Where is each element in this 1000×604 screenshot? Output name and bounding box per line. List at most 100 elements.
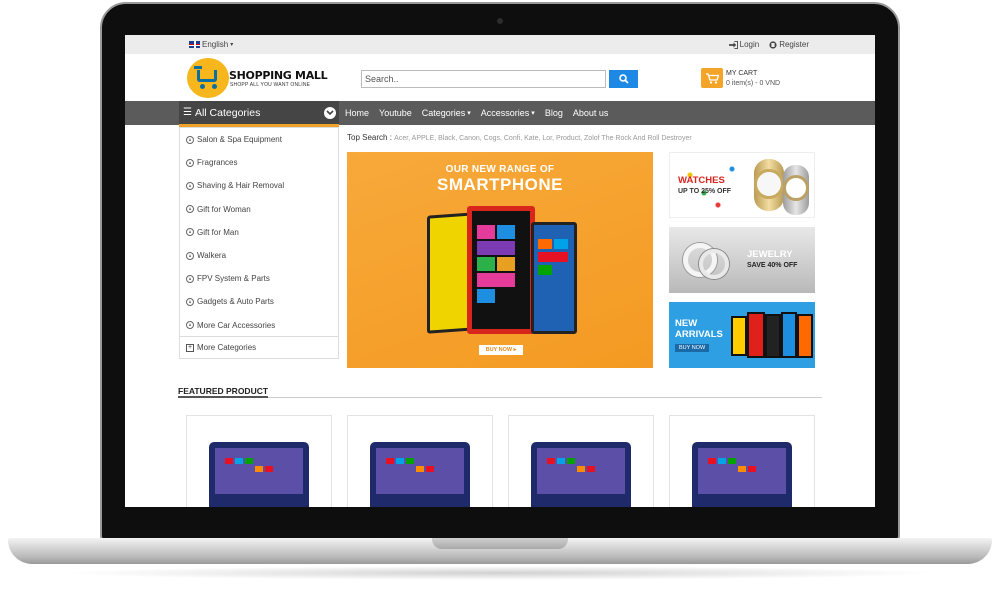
sidebar-item-label: Fragrances [197,158,238,168]
nav-menu: Home Youtube Categories ▾ Accessories ▾ Bl… [345,101,608,125]
phone-lineup-image [731,316,747,356]
tablet-product-image [531,442,631,507]
sidebar-item-label: Shaving & Hair Removal [197,181,285,191]
arrow-up-circle-icon [186,158,194,167]
webcam [497,18,503,24]
chevron-down-icon: ▾ [467,110,471,117]
nav-item-home[interactable]: Home [345,108,369,118]
new-arrivals-banner[interactable]: NEW ARRIVALS BUY NOW [669,302,815,368]
nav-item-youtube[interactable]: Youtube [379,108,412,118]
sidebar-item-label: Gift for Woman [197,204,251,214]
nav-item-accessories[interactable]: Accessories ▾ [481,108,535,118]
phone-lineup-image [781,312,797,358]
nav-item-blog[interactable]: Blog [545,108,563,118]
arrow-up-circle-icon [186,181,194,190]
arrow-up-circle-icon [186,205,194,214]
cart-wheel-right [212,84,217,89]
jewelry-title: JEWELRY [747,249,793,260]
cart-wheel-left [200,84,205,89]
search-input[interactable]: Search.. [361,70,606,88]
watch-face-image [783,175,809,201]
more-categories-label: More Categories [197,343,257,352]
watches-banner[interactable]: WATCHES UP TO 25% OFF [669,152,815,218]
logo-badge[interactable] [187,58,229,98]
cart-button[interactable] [701,68,723,88]
account-links: Login Register [728,40,809,49]
nav-categories-label: Categories [421,108,466,118]
cart-title[interactable]: MY CART [726,70,757,77]
sidebar-item-label: Walkera [197,251,227,261]
more-categories-button[interactable]: + More Categories [180,336,338,358]
sidebar-item[interactable]: Gadgets & Auto Parts [180,290,338,313]
phone-lineup-image [765,314,781,358]
product-card[interactable] [186,415,332,507]
cart-logo-icon [194,66,217,82]
watches-subtitle: UP TO 25% OFF [678,188,732,195]
sidebar-item[interactable]: FPV System & Parts [180,267,338,290]
watches-title: WATCHES [678,175,725,186]
phone-red-image [467,206,535,334]
laptop-notch [432,538,568,549]
featured-underline [178,396,268,398]
nav-item-about[interactable]: About us [573,108,609,118]
all-categories-label: All Categories [194,106,261,119]
featured-heading: FEATURED PRODUCT [178,386,269,396]
sidebar-item[interactable]: Gift for Man [180,221,338,244]
nav-blog-label: Blog [544,108,563,118]
jewelry-subtitle: SAVE 40% OFF [747,262,798,269]
product-card[interactable] [669,415,815,507]
nav-item-categories[interactable]: Categories ▾ [422,108,471,118]
phone-lineup-image [797,314,813,358]
product-card[interactable] [508,415,654,507]
site-header: SHOPPING MALL SHOPP ALL YOU WANT ONLINE … [125,54,875,101]
register-label: Register [779,40,809,49]
nav-home-label: Home [345,108,370,118]
shopping-cart-icon [705,72,719,84]
arrow-up-circle-icon [186,228,194,237]
sidebar-item[interactable]: Salon & Spa Equipment [180,128,338,151]
laptop-mockup: English ▾ Login Register SHOPPING MALL S… [0,0,1000,604]
arrow-up-circle-icon [186,251,194,260]
arrow-up-circle-icon [186,321,194,330]
sidebar-item[interactable]: Walkera [180,244,338,267]
buy-now-button[interactable]: BUY NOW ▸ [479,345,523,355]
top-search-terms[interactable]: Acer, APPLE, Black, Canon, Cogs, Confi, … [394,135,692,142]
jewelry-banner[interactable]: JEWELRY SAVE 40% OFF [669,227,815,293]
phone-lineup-image [747,312,765,358]
logo-title[interactable]: SHOPPING MALL [229,69,328,82]
login-link[interactable]: Login [728,40,759,49]
banner-title: SMARTPHONE [437,175,563,194]
sidebar-item[interactable]: Fragrances [180,151,338,174]
search-button[interactable] [609,70,638,88]
phone-blue-image [531,222,577,334]
sidebar-item-label: Gadgets & Auto Parts [197,297,274,307]
language-label: English [202,40,229,49]
banner-subtitle: OUR NEW RANGE OF [445,164,555,175]
register-link[interactable]: Register [769,40,809,49]
sidebar-item[interactable]: More Car Accessories [180,314,338,337]
sidebar-item-label: More Car Accessories [197,320,276,330]
product-card[interactable] [347,415,493,507]
nav-youtube-label: Youtube [379,108,412,118]
laptop-shadow [60,566,940,580]
sidebar-item[interactable]: Gift for Woman [180,198,338,221]
sidebar-item[interactable]: Shaving & Hair Removal [180,174,338,197]
plus-square-icon: + [186,343,194,352]
language-selector[interactable]: English ▾ [189,40,233,49]
chevron-down-circle-icon [324,107,336,119]
all-categories-toggle[interactable]: ☰ All Categories [179,101,339,127]
new-arrivals-buy-now[interactable]: BUY NOW [675,344,710,352]
nav-accessories-label: Accessories [480,108,530,118]
nav-about-label: About us [572,108,609,118]
chevron-down-icon: ▾ [230,42,234,48]
featured-divider [178,397,822,398]
ring-image [699,249,729,279]
sidebar-item-label: Gift for Man [197,227,239,237]
tablet-product-image [370,442,470,507]
main-nav: ☰ All Categories Home Youtube Categories… [125,101,875,127]
tablet-product-image [692,442,792,507]
smartphone-banner[interactable]: OUR NEW RANGE OF SMARTPHONE BUY NOW ▸ [347,152,653,368]
arrow-up-circle-icon [186,274,194,283]
arrow-up-circle-icon [186,135,194,144]
website-screen: English ▾ Login Register SHOPPING MALL S… [125,35,875,507]
